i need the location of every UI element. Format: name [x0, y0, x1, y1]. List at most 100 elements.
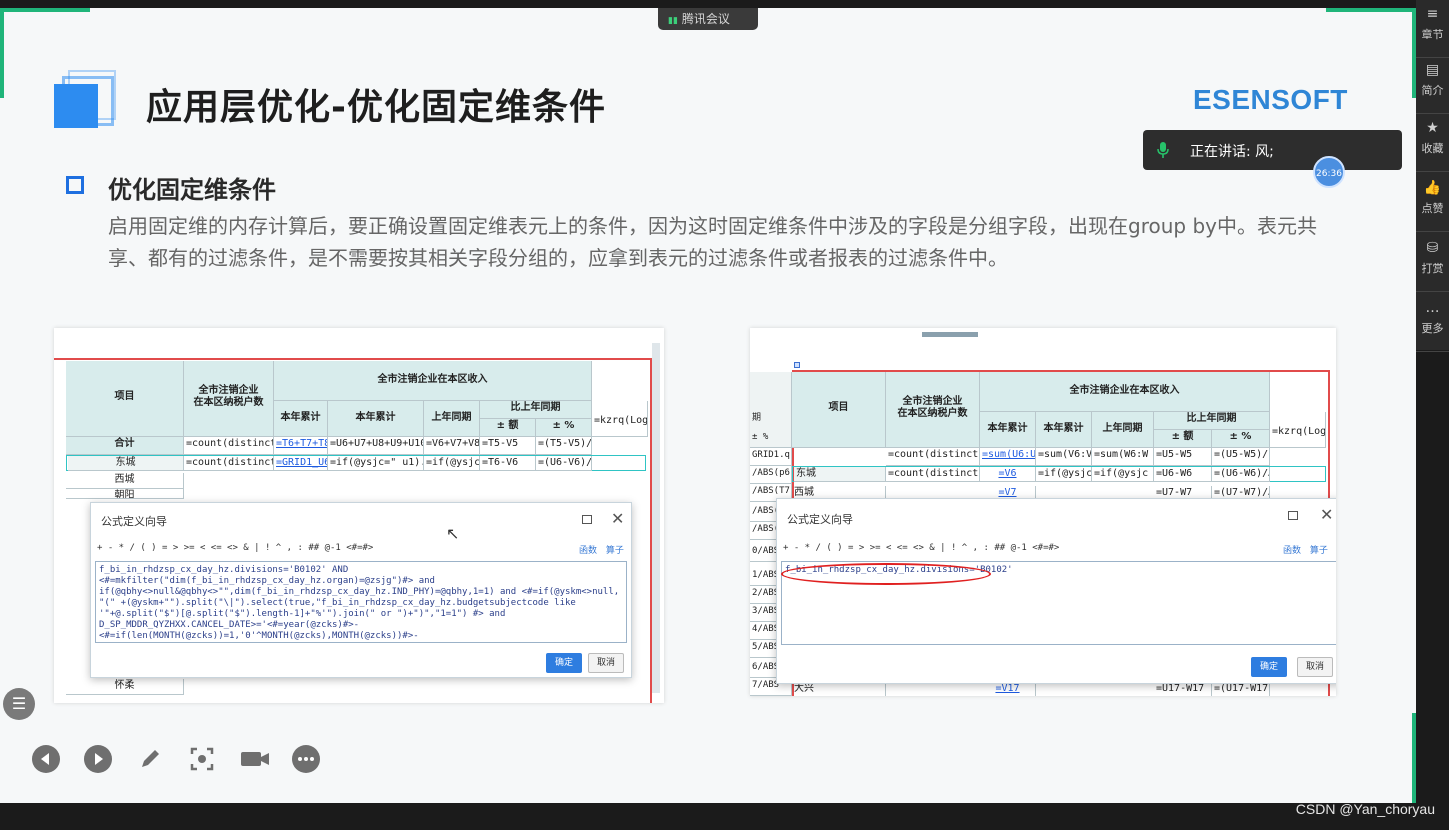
- slide-paragraph: 启用固定维的内存计算后，要正确设置固定维表元上的条件，因为这时固定维条件中涉及的…: [108, 214, 1317, 270]
- header-amount: ± 额: [1154, 430, 1212, 448]
- header-yoy: 比上年同期: [480, 401, 592, 419]
- row-label-xicheng[interactable]: 西城: [66, 473, 184, 489]
- sidepanel-like[interactable]: 👍 点赞: [1416, 174, 1449, 232]
- cell[interactable]: =V6+V7+V8+ V9+V10+V11: [424, 437, 480, 455]
- sidepanel-intro[interactable]: ▤ 简介: [1416, 56, 1449, 114]
- function-links: 函数 算子: [579, 543, 624, 556]
- row-label-daxing[interactable]: 大兴: [792, 682, 886, 696]
- cell[interactable]: =sum(U6:U 23)-U13: [980, 448, 1036, 466]
- cell[interactable]: =(U17-W17)/: [1212, 682, 1270, 696]
- row-label-total[interactable]: 合计: [66, 437, 184, 455]
- header-amount: ± 额: [480, 419, 536, 437]
- cell[interactable]: =count(distinct(D_: [886, 467, 980, 482]
- function-links: 函数 算子: [1283, 543, 1328, 556]
- header-income: 全市注销企业在本区收入: [980, 372, 1270, 412]
- left-col-cell[interactable]: ± %: [750, 430, 792, 448]
- row-label-dongcheng[interactable]: 东城: [68, 456, 184, 471]
- previous-button[interactable]: [32, 745, 60, 773]
- cell[interactable]: =T6+T7+T8+ T9+T10+T11: [274, 437, 328, 455]
- cell[interactable]: =if(@ysjc: [1036, 467, 1092, 482]
- cell[interactable]: =count(distinct (D_SP_MDDR_QYZHX: [184, 437, 274, 455]
- sidepanel-label: 简介: [1421, 84, 1444, 97]
- chapter-list-button[interactable]: ☰: [3, 688, 35, 720]
- row-label-chaoyang[interactable]: 朝阳: [66, 489, 184, 499]
- sidepanel-chapters[interactable]: ≡ 章节: [1416, 0, 1449, 58]
- screenshot-button[interactable]: [188, 745, 216, 773]
- left-col-cell[interactable]: GRID1.q: [750, 448, 792, 466]
- cell[interactable]: =U5-W5: [1154, 448, 1212, 466]
- thumbs-up-icon: 👍: [1423, 180, 1442, 196]
- more-icon: …: [1425, 300, 1440, 316]
- star-icon: ★: [1426, 120, 1439, 136]
- cell[interactable]: =if(@ysjc= "u")+/@ysjc: [424, 456, 480, 471]
- cell[interactable]: =U6-W6: [1154, 467, 1212, 482]
- row-label-dongcheng[interactable]: 东城: [794, 467, 886, 482]
- slide-title: 应用层优化-优化固定维条件: [146, 87, 606, 128]
- header-project: 项目: [66, 361, 184, 437]
- cell[interactable]: =(T5-V5)/A BS(V5)*100: [536, 437, 592, 455]
- sidepanel-more[interactable]: … 更多: [1416, 294, 1449, 352]
- functions-link[interactable]: 函数: [579, 546, 597, 556]
- cell[interactable]: =T6-V6: [480, 456, 536, 471]
- cell[interactable]: =GRID1_U6: [274, 456, 328, 471]
- ok-button[interactable]: 确定: [546, 653, 582, 673]
- maximize-icon[interactable]: [582, 515, 592, 524]
- video-camera-icon: [241, 752, 269, 766]
- left-report-screenshot: 项目 全市注销企业 在本区纳税户数 全市注销企业在本区收入 本年累计 本年累计 上…: [54, 328, 664, 703]
- frame-corner: [1326, 8, 1416, 12]
- close-icon[interactable]: ✕: [1320, 505, 1333, 524]
- slide-logo-mark: [54, 70, 118, 128]
- speaker-label: 正在讲话: 风;: [1190, 144, 1274, 160]
- sidepanel-tip[interactable]: ⛁ 打赏: [1416, 234, 1449, 292]
- maximize-icon[interactable]: [1288, 511, 1298, 520]
- cell[interactable]: =count(distinct(D_S D_MDDR_QYZHXX.TS): [184, 456, 274, 471]
- dialog-title: 公式定义向导: [787, 513, 853, 526]
- chapters-icon: ≡: [1426, 6, 1439, 22]
- cell[interactable]: =U6+U7+U8+U9+U10+ U11+U12+U14+U15+U: [328, 437, 424, 455]
- header-pct: ± %: [1212, 430, 1270, 448]
- previous-icon: [41, 753, 49, 765]
- cell[interactable]: =(U5-W5)/ ABS(W5)*100: [1212, 448, 1270, 466]
- cell-kzrq[interactable]: =kzrq(Logi n id): [592, 401, 648, 437]
- close-icon[interactable]: ✕: [611, 509, 624, 528]
- row-label-huairou[interactable]: 怀柔: [66, 679, 184, 695]
- cell[interactable]: =V6: [980, 467, 1036, 482]
- operators-link[interactable]: 算子: [1310, 546, 1328, 556]
- ok-button[interactable]: 确定: [1251, 657, 1287, 677]
- header-ytd: 本年累计: [274, 401, 328, 437]
- coins-icon: ⛁: [1426, 240, 1439, 256]
- left-col-cell[interactable]: /ABS(p6): [750, 466, 792, 484]
- header-pct: ± %: [536, 419, 592, 437]
- pen-button[interactable]: [136, 745, 164, 773]
- bullet-square-icon: [66, 176, 84, 194]
- sidepanel-label: 打赏: [1421, 262, 1444, 275]
- functions-link[interactable]: 函数: [1283, 546, 1301, 556]
- operators-link[interactable]: 算子: [606, 546, 624, 556]
- cell[interactable]: =sum(V6:V 23)-V13: [1036, 448, 1092, 466]
- scrollbar[interactable]: [652, 343, 660, 693]
- cell[interactable]: =count(distinct (D_SP_MDDR_QYZH: [886, 448, 980, 466]
- meeting-app-tab[interactable]: ▮▮ 腾讯会议: [658, 8, 758, 30]
- frame-corner: [0, 8, 90, 12]
- header-last-year: 上年同期: [424, 401, 480, 437]
- cell[interactable]: =(U6-W6)/AB: [1212, 467, 1270, 482]
- operator-toolbar[interactable]: + - * / ( ) = > >= < <= <> & | ! ^ , : #…: [97, 543, 373, 553]
- cancel-button[interactable]: 取消: [588, 653, 624, 673]
- cell[interactable]: =sum(W6:W 23)-W13: [1092, 448, 1154, 466]
- cancel-button[interactable]: 取消: [1297, 657, 1333, 677]
- frame-corner: [0, 8, 4, 98]
- cell[interactable]: =if(@ysjc=" u1).if(len(@ysj: [328, 456, 424, 471]
- cell[interactable]: =U17-W17: [1154, 682, 1212, 696]
- cell[interactable]: =if(@ysjc: [1092, 467, 1154, 482]
- sidepanel-favorite[interactable]: ★ 收藏: [1416, 114, 1449, 172]
- operator-toolbar[interactable]: + - * / ( ) = > >= < <= <> & | ! ^ , : #…: [783, 543, 1059, 553]
- formula-textarea[interactable]: f_bi_in_rhdzsp_cx_day_hz.divisions='B010…: [95, 561, 627, 643]
- annotation-ellipse: [781, 563, 991, 585]
- cell[interactable]: =T5-V5: [480, 437, 536, 455]
- cell-kzrq[interactable]: =kzrq(Log in id): [1270, 412, 1326, 448]
- more-options-button[interactable]: [292, 745, 320, 773]
- video-camera-button[interactable]: [240, 745, 269, 773]
- play-button[interactable]: [84, 745, 112, 773]
- cell[interactable]: =(U6-V6)/AB S(V6)*100: [536, 456, 592, 471]
- cell[interactable]: =V17: [980, 682, 1036, 696]
